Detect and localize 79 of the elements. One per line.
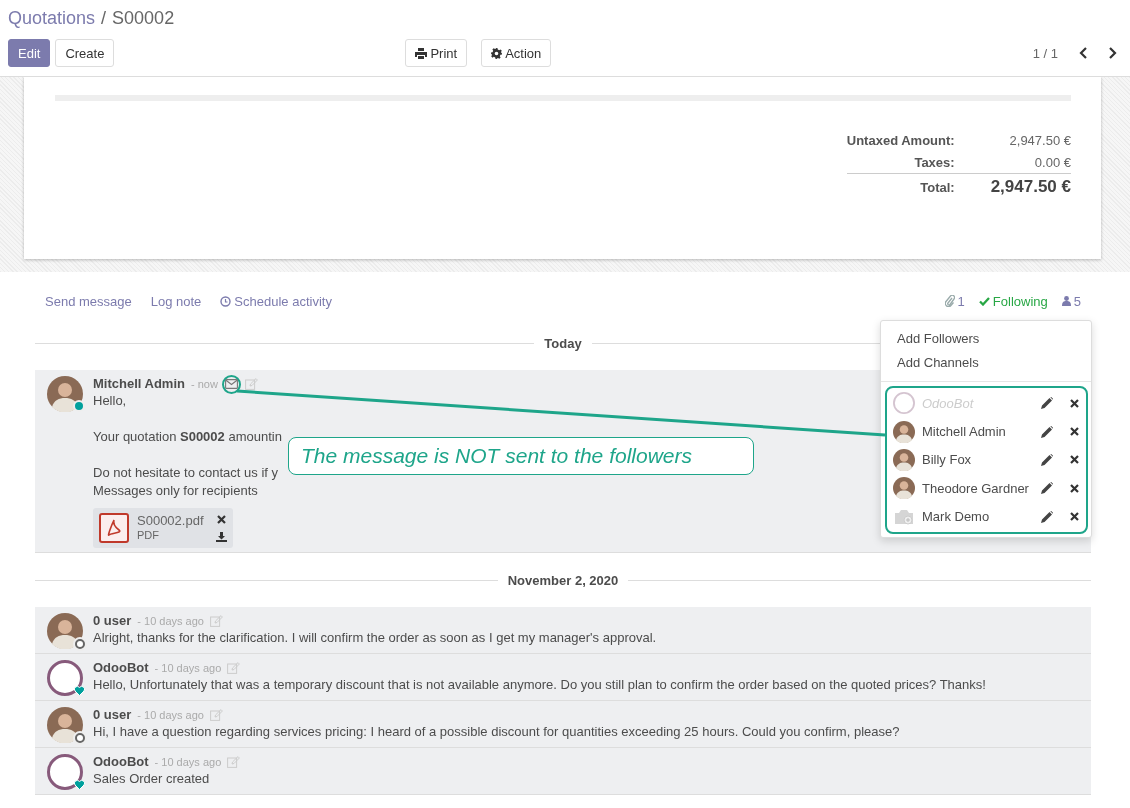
breadcrumb-separator: / [101, 8, 107, 30]
close-icon[interactable] [1070, 512, 1079, 522]
bot-avatar [893, 392, 915, 415]
message-text: Messages only for recipients [93, 482, 259, 500]
camera-icon [894, 508, 914, 525]
message-text: Do not hesitate to contact us if y [93, 464, 279, 482]
message-text: Your quotation S00002 amountin [93, 428, 282, 446]
edit-button[interactable]: Edit [8, 39, 51, 67]
message-date: - 10 days ago [154, 755, 222, 770]
user-avatar [893, 420, 915, 443]
total-value: 2,947.50 € [990, 177, 1071, 196]
message-date: - 10 days ago [137, 708, 204, 723]
user-avatar [893, 448, 915, 471]
printer-icon [415, 47, 428, 59]
author-name: OdooBot [93, 754, 149, 770]
action-button[interactable]: Action [481, 39, 552, 67]
day-separator: Today [543, 335, 583, 351]
message-text: Sales Order created [93, 770, 211, 788]
close-icon[interactable] [1070, 483, 1079, 493]
attachment-name: S00002.pdf [137, 513, 204, 528]
user-avatar [47, 707, 83, 743]
chevron-right-icon[interactable] [1108, 47, 1118, 59]
user-avatar [47, 376, 83, 412]
total-label: Total: [920, 179, 955, 195]
follower-name[interactable]: Billy Fox [922, 452, 972, 468]
breadcrumb-link[interactable]: Quotations [8, 8, 96, 34]
print-button[interactable]: Print [405, 39, 468, 67]
followers-button[interactable]: 5 [1061, 293, 1081, 309]
record-title: S00002 [112, 8, 175, 30]
create-button[interactable]: Create [55, 39, 115, 67]
attachment-type: PDF [137, 528, 160, 543]
amount-label: Taxes: [914, 154, 955, 170]
amount-value: 0.00 € [1034, 154, 1071, 170]
close-icon[interactable] [1070, 427, 1079, 437]
clock-icon [220, 295, 232, 307]
chevron-left-icon[interactable] [1078, 47, 1088, 59]
message-text: Hello, [93, 392, 128, 410]
paperclip-icon [944, 295, 955, 307]
author-name: 0 user [93, 707, 132, 723]
gear-icon [491, 47, 503, 59]
bot-avatar [47, 754, 83, 790]
amount-value: 2,947.50 € [1009, 132, 1071, 148]
pdf-icon [99, 513, 129, 543]
message-text: Hi, I have a question regarding services pricing: I heard of a possible discount for quantities exceeding 25 hours. Could you confirm, please? [93, 723, 900, 741]
message-text: Hello, Unfortunately that was a temporary discount that is not available anymore. Do you still plan to confirm the order based on the quoted prices? Thanks! [93, 676, 986, 694]
check-icon [978, 296, 990, 306]
pencil-icon[interactable] [1041, 425, 1053, 438]
annotation-callout: The message is NOT sent to the followers [288, 437, 754, 475]
pencil-icon[interactable] [1041, 510, 1053, 523]
close-icon[interactable] [1070, 455, 1079, 465]
pencil-icon[interactable] [1041, 397, 1053, 410]
download-icon[interactable] [216, 531, 227, 542]
follower-name[interactable]: Mitchell Admin [922, 424, 1006, 440]
user-icon [1061, 296, 1071, 306]
author-name: Mitchell Admin [93, 376, 185, 392]
follower-name[interactable]: Mark Demo [922, 509, 990, 525]
message-date: - now [190, 377, 218, 392]
message-text: Alright, thanks for the clarification. I will confirm the order as soon as I get my manager's approval. [93, 629, 657, 647]
message-date: - 10 days ago [137, 614, 204, 629]
pager-counter: 1 / 1 [1032, 45, 1058, 61]
log-note-link[interactable]: Log note [150, 293, 202, 309]
send-message-link[interactable]: Send message [45, 293, 132, 309]
day-separator: November 2, 2020 [506, 572, 620, 588]
bot-avatar [47, 660, 83, 696]
follower-name[interactable]: Theodore Gardner [922, 480, 1029, 496]
pencil-icon[interactable] [1041, 453, 1053, 466]
user-avatar [893, 477, 915, 500]
author-name: 0 user [93, 613, 132, 629]
attachments-button[interactable]: 1 [944, 293, 965, 309]
close-icon[interactable] [1070, 398, 1079, 408]
add-followers-item[interactable]: Add Followers [881, 327, 1091, 351]
amount-label: Untaxed Amount: [846, 132, 955, 148]
pencil-icon[interactable] [1041, 482, 1053, 495]
schedule-activity-link[interactable]: Schedule activity [220, 293, 332, 309]
message-date: - 10 days ago [154, 661, 222, 676]
user-avatar [47, 613, 83, 649]
close-icon[interactable] [217, 514, 226, 524]
author-name: OdooBot [93, 660, 149, 676]
add-channels-item[interactable]: Add Channels [881, 351, 1091, 375]
